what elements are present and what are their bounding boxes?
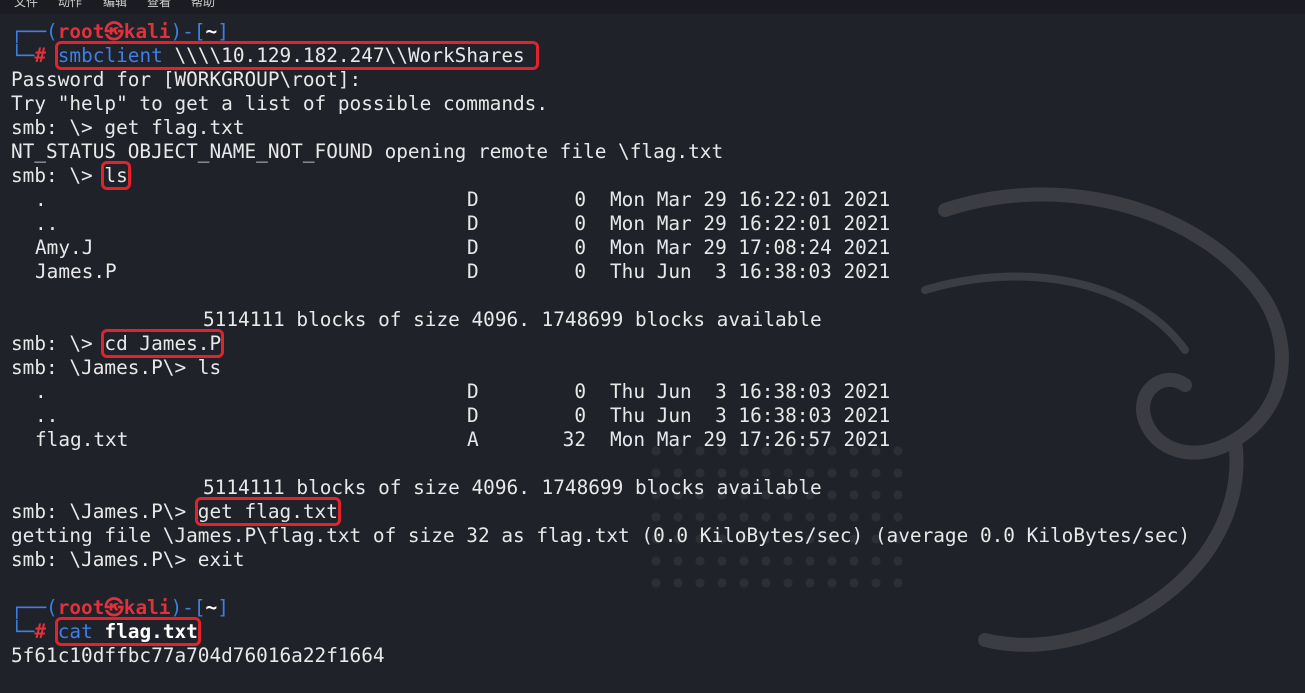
dir-entry: flag.txt A 32 Mon Mar 29 17:26:57 2021 (35, 428, 891, 451)
smb-command-line: smb: \James.P\> exit (11, 548, 245, 571)
menu-help[interactable]: 帮助 (191, 0, 215, 10)
dir-entry: James.P D 0 Thu Jun 3 16:38:03 2021 (35, 260, 891, 283)
menu-action[interactable]: 动作 (58, 0, 82, 10)
dir-entry: .. D 0 Mon Mar 29 16:22:01 2021 (35, 212, 891, 235)
dir-entry: Amy.J D 0 Mon Mar 29 17:08:24 2021 (35, 236, 891, 259)
flag-output: 5f61c10dffbc77a704d76016a22f1664 (11, 644, 385, 667)
blocks-info: 5114111 blocks of size 4096. 1748699 blo… (203, 308, 822, 331)
transfer-line: getting file \James.P\flag.txt of size 3… (11, 524, 1191, 547)
prompt-header: ┌──(root㉿kali)-[~] (11, 20, 229, 43)
menu-view[interactable]: 查看 (147, 0, 171, 10)
dir-entry: . D 0 Thu Jun 3 16:38:03 2021 (35, 380, 891, 403)
password-line: Password for [WORKGROUP\root]: (11, 68, 362, 91)
highlighted-command: get flag.txt (194, 497, 341, 526)
highlighted-command: ls (101, 161, 131, 190)
error-line: NT_STATUS_OBJECT_NAME_NOT_FOUND opening … (11, 140, 724, 163)
terminal-output[interactable]: ┌──(root㉿kali)-[~] └─# smbclient \\\\10.… (11, 20, 1301, 668)
prompt-header: ┌──(root㉿kali)-[~] (11, 596, 229, 619)
smb-command-line: smb: \James.P\> ls (11, 356, 222, 379)
dir-entry: .. D 0 Thu Jun 3 16:38:03 2021 (35, 404, 891, 427)
help-line: Try "help" to get a list of possible com… (11, 92, 549, 115)
blocks-info: 5114111 blocks of size 4096. 1748699 blo… (203, 476, 822, 499)
smb-command-line: smb: \James.P\> get flag.txt (11, 497, 341, 526)
menu-edit[interactable]: 编辑 (103, 0, 127, 10)
smb-command-line: smb: \> ls (11, 161, 131, 190)
command-cat: cat (57, 620, 93, 643)
smb-command-line: smb: \> cd James.P (11, 329, 225, 358)
command-args: \\\\10.129.182.247\\WorkShares (162, 44, 525, 67)
highlighted-command: cd James.P (101, 329, 225, 358)
command-smbclient: smbclient (57, 44, 163, 67)
command-cat-arg: flag.txt (104, 620, 198, 643)
smb-command-line: smb: \> get flag.txt (11, 116, 245, 139)
menu-file[interactable]: 文件 (14, 0, 38, 10)
command-line: └─# smbclient \\\\10.129.182.247\\WorkSh… (11, 41, 1301, 70)
dir-entry: . D 0 Mon Mar 29 16:22:01 2021 (35, 188, 891, 211)
menu-bar: 文件 动作 编辑 查看 帮助 (0, 0, 1305, 14)
command-line: └─# cat flag.txt (11, 617, 201, 646)
